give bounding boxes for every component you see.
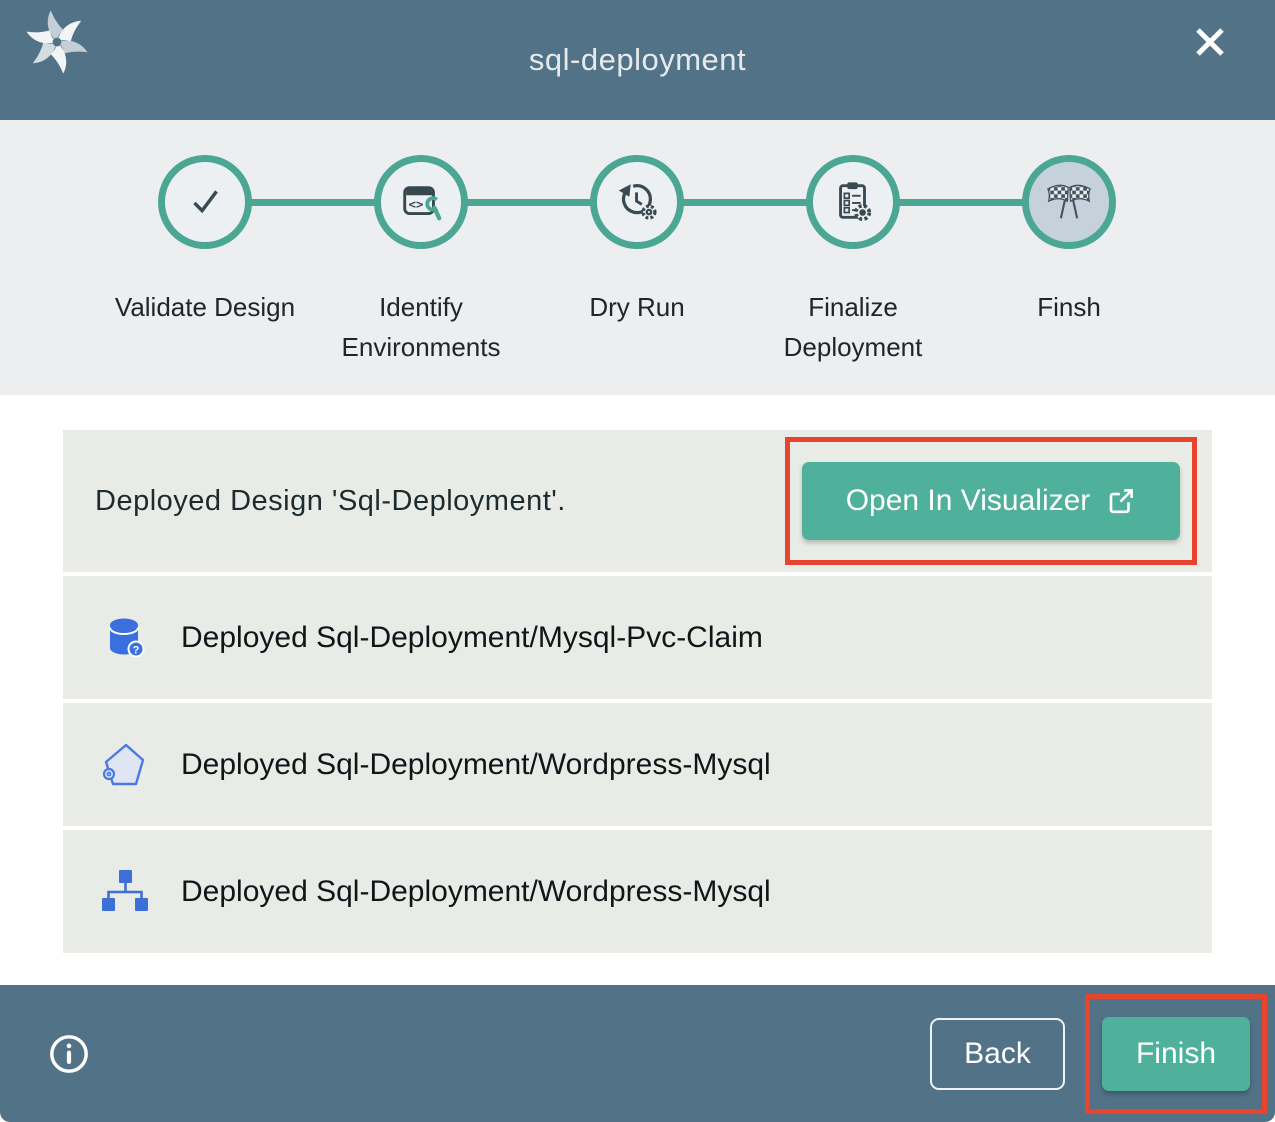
deployed-item-row: Deployed Sql-Deployment/Wordpress-Mysql xyxy=(63,703,1212,826)
step-circle-validate-design[interactable] xyxy=(158,155,252,249)
info-circle-icon xyxy=(48,1033,90,1075)
step-circle-dry-run[interactable] xyxy=(590,155,684,249)
info-button[interactable] xyxy=(48,1033,90,1075)
step-dry-run: Dry Run xyxy=(529,155,745,367)
step-validate-design: Validate Design xyxy=(97,155,313,367)
modal-footer: Back Finish xyxy=(0,985,1275,1122)
deployed-item-row: ? Deployed Sql-Deployment/Mysql-Pvc-Clai… xyxy=(63,576,1212,699)
finish-button[interactable]: Finish xyxy=(1102,1017,1250,1091)
step-finish: Finsh xyxy=(961,155,1177,367)
results-panel: Deployed Design 'Sql-Deployment'. Open I… xyxy=(0,395,1275,985)
step-finalize-deployment: Finalize Deployment xyxy=(745,155,961,367)
checkered-flags-icon xyxy=(1043,176,1095,228)
close-x-icon xyxy=(1188,20,1232,64)
svg-text:?: ? xyxy=(133,644,140,656)
modal-title: sql-deployment xyxy=(529,42,746,78)
hierarchy-tree-icon xyxy=(100,868,148,916)
deployed-item-text: Deployed Sql-Deployment/Wordpress-Mysql xyxy=(181,875,771,909)
step-circle-finish[interactable] xyxy=(1022,155,1116,249)
deployed-item-text: Deployed Sql-Deployment/Wordpress-Mysql xyxy=(181,748,771,782)
pentagon-node-icon xyxy=(100,741,148,789)
clipboard-gear-icon xyxy=(830,179,876,225)
deploy-summary-card: Deployed Design 'Sql-Deployment'. Open I… xyxy=(63,430,1212,572)
step-label: Validate Design xyxy=(115,287,295,327)
step-label: Identify Environments xyxy=(313,287,529,367)
step-label: Finsh xyxy=(1037,287,1101,327)
open-in-visualizer-label: Open In Visualizer xyxy=(846,484,1091,518)
close-button[interactable] xyxy=(1187,19,1233,65)
step-circle-identify-environments[interactable]: <> xyxy=(374,155,468,249)
check-icon xyxy=(182,179,228,225)
deployed-item-row: Deployed Sql-Deployment/Wordpress-Mysql xyxy=(63,830,1212,953)
step-identify-environments: <> Identify Environments xyxy=(313,155,529,367)
step-label: Dry Run xyxy=(589,287,684,327)
deployed-item-text: Deployed Sql-Deployment/Mysql-Pvc-Claim xyxy=(181,621,763,655)
annotation-box-finish: Finish xyxy=(1085,994,1267,1114)
svg-text:<>: <> xyxy=(409,197,424,212)
database-question-icon: ? xyxy=(100,614,148,662)
back-button[interactable]: Back xyxy=(930,1018,1065,1090)
annotation-box-visualizer: Open In Visualizer xyxy=(785,437,1197,565)
open-in-visualizer-button[interactable]: Open In Visualizer xyxy=(802,462,1180,540)
deploy-summary-text: Deployed Design 'Sql-Deployment'. xyxy=(95,485,566,518)
step-circle-finalize-deployment[interactable] xyxy=(806,155,900,249)
step-label: Finalize Deployment xyxy=(745,287,961,367)
wizard-stepper: Validate Design <> Identify Environme xyxy=(0,120,1275,395)
history-gear-icon xyxy=(614,179,660,225)
modal-header: sql-deployment xyxy=(0,0,1275,120)
meshery-pinwheel-logo xyxy=(26,11,88,73)
code-wrench-icon: <> xyxy=(398,179,444,225)
open-in-new-icon xyxy=(1106,486,1136,516)
deployment-wizard-modal: sql-deployment Validate Design xyxy=(0,0,1275,1122)
